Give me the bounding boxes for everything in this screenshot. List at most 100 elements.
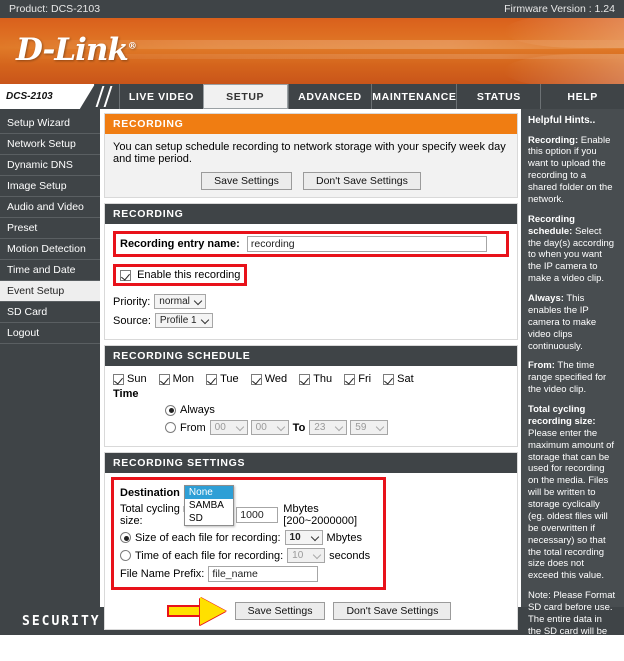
page-content: Setup Wizard Network Setup Dynamic DNS I…	[0, 109, 624, 661]
destination-dropdown-list[interactable]: None SAMBA SD	[183, 485, 234, 526]
tab-help[interactable]: HELP	[540, 84, 624, 109]
from-minute-select[interactable]: 00	[250, 420, 289, 435]
hint-note: Note: Please Format SD card before use. …	[528, 590, 617, 661]
hint-schedule-term: Recording schedule:	[528, 213, 575, 237]
hint-note-text: Note: Please Format SD card before use. …	[528, 590, 616, 661]
file-size-select[interactable]: 10	[284, 530, 323, 545]
entry-name-annotation-box: Recording entry name:	[113, 231, 509, 257]
arrow-head	[199, 597, 226, 625]
day-thu[interactable]: Thu	[299, 373, 332, 385]
destination-option-sd[interactable]: SD	[185, 512, 233, 525]
to-minute-select[interactable]: 59	[350, 420, 389, 435]
file-time-radio-row[interactable]: Time of each file for recording: 10 seco…	[120, 548, 377, 563]
save-settings-button-bottom[interactable]: Save Settings	[234, 602, 326, 620]
destination-row: Destination None None SAMBA SD	[120, 485, 377, 526]
tab-live-video[interactable]: LIVE VIDEO	[119, 84, 203, 109]
sidebar-item-logout[interactable]: Logout	[0, 323, 100, 344]
main-tab-bar: DCS-2103 LIVE VIDEO SETUP ADVANCED MAINT…	[0, 84, 624, 109]
from-radio[interactable]	[165, 422, 176, 433]
weekday-checkbox-row: Sun Mon Tue Wed Thu Fri Sat	[113, 373, 509, 385]
day-thu-checkbox[interactable]	[299, 373, 311, 385]
enable-recording-annotation-box: Enable this recording	[113, 264, 248, 286]
chevron-down-icon	[376, 423, 385, 432]
hint-cycling-term: Total cycling recording size:	[528, 404, 596, 427]
cycling-size-input[interactable]	[236, 507, 279, 523]
file-prefix-input[interactable]	[208, 566, 319, 582]
day-mon-checkbox[interactable]	[158, 373, 170, 385]
sidebar-item-dynamic-dns[interactable]: Dynamic DNS	[0, 155, 100, 176]
day-fri[interactable]: Fri	[344, 373, 371, 385]
always-radio-row[interactable]: Always	[165, 404, 509, 416]
day-tue-checkbox[interactable]	[206, 373, 218, 385]
sidebar-item-sd-card[interactable]: SD Card	[0, 302, 100, 323]
enable-recording-checkbox[interactable]	[120, 269, 131, 281]
file-prefix-label: File Name Prefix:	[120, 568, 205, 580]
sidebar-item-audio-and-video[interactable]: Audio and Video	[0, 197, 100, 218]
file-time-radio[interactable]	[120, 550, 131, 561]
settings-panel-body: Destination None None SAMBA SD	[105, 473, 517, 629]
source-label: Source:	[113, 314, 151, 327]
helpful-hints-panel: Helpful Hints.. Recording: Enable this o…	[521, 109, 624, 661]
source-row: Source: Profile 1	[113, 313, 509, 328]
tab-maintenance[interactable]: MAINTENANCE	[371, 84, 456, 109]
registered-mark: ®	[127, 41, 137, 52]
chevron-down-icon	[201, 316, 210, 325]
day-wed[interactable]: Wed	[250, 373, 288, 385]
tab-advanced[interactable]: ADVANCED	[287, 84, 372, 109]
recording-entry-name-input[interactable]	[246, 236, 487, 252]
priority-label: Priority:	[113, 295, 151, 308]
day-sat-checkbox[interactable]	[383, 373, 395, 385]
sidebar-item-network-setup[interactable]: Network Setup	[0, 134, 100, 155]
to-hour-select[interactable]: 23	[309, 420, 348, 435]
destination-label: Destination	[120, 486, 180, 499]
from-to-radio-row[interactable]: From 00 00 To 23 59	[165, 420, 509, 435]
sidebar-nav: Setup Wizard Network Setup Dynamic DNS I…	[0, 109, 100, 607]
recording-settings-panel: RECORDING SETTINGS Destination None None	[104, 452, 518, 630]
file-size-radio[interactable]	[120, 532, 131, 543]
sidebar-item-event-setup[interactable]: Event Setup	[0, 281, 100, 302]
to-label: To	[292, 421, 306, 434]
file-prefix-row: File Name Prefix:	[120, 566, 377, 582]
always-radio[interactable]	[165, 404, 176, 416]
file-time-units: seconds	[329, 549, 371, 562]
brand-banner: D-Link®	[0, 18, 624, 84]
tab-setup[interactable]: SETUP	[202, 84, 288, 109]
file-time-label: Time of each file for recording:	[135, 549, 284, 562]
source-select[interactable]: Profile 1	[154, 313, 213, 328]
chevron-down-icon	[236, 423, 245, 432]
cycling-size-row: Total cycling recording size: Mbytes [20…	[120, 503, 377, 527]
destination-option-samba[interactable]: SAMBA	[185, 499, 233, 512]
day-mon[interactable]: Mon	[158, 373, 194, 385]
file-time-select[interactable]: 10	[287, 548, 326, 563]
priority-select[interactable]: normal	[154, 294, 206, 309]
destination-option-none[interactable]: None	[184, 486, 233, 499]
save-settings-button-top[interactable]: Save Settings	[201, 172, 292, 190]
from-hour-select[interactable]: 00	[209, 420, 248, 435]
day-wed-label: Wed	[264, 373, 288, 385]
destination-select-wrapper[interactable]: None None SAMBA SD	[183, 485, 234, 526]
dlink-logo: D-Link®	[16, 32, 137, 68]
source-value: Profile 1	[159, 315, 197, 326]
time-section-label: Time	[113, 388, 139, 400]
sidebar-item-motion-detection[interactable]: Motion Detection	[0, 239, 100, 260]
day-sat[interactable]: Sat	[383, 373, 414, 385]
day-tue[interactable]: Tue	[206, 373, 239, 385]
file-size-radio-row[interactable]: Size of each file for recording: 10 Mbyt…	[120, 530, 377, 545]
recording-panel: RECORDING Recording entry name: Enable t…	[104, 203, 518, 340]
dont-save-settings-button-bottom[interactable]: Don't Save Settings	[333, 602, 452, 620]
day-fri-label: Fri	[358, 373, 372, 385]
sidebar-item-setup-wizard[interactable]: Setup Wizard	[0, 113, 100, 134]
intro-button-row: Save Settings Don't Save Settings	[113, 172, 509, 190]
sidebar-item-time-and-date[interactable]: Time and Date	[0, 260, 100, 281]
day-sun[interactable]: Sun	[113, 373, 147, 385]
tab-status[interactable]: STATUS	[456, 84, 540, 109]
dont-save-settings-button-top[interactable]: Don't Save Settings	[302, 172, 421, 190]
sidebar-item-image-setup[interactable]: Image Setup	[0, 176, 100, 197]
hint-recording-schedule: Recording schedule: Select the day(s) ac…	[528, 214, 617, 285]
day-wed-checkbox[interactable]	[250, 373, 262, 385]
day-fri-checkbox[interactable]	[344, 373, 356, 385]
day-sun-checkbox[interactable]	[113, 373, 124, 385]
always-label: Always	[180, 404, 215, 416]
hints-title: Helpful Hints..	[528, 115, 596, 126]
sidebar-item-preset[interactable]: Preset	[0, 218, 100, 239]
